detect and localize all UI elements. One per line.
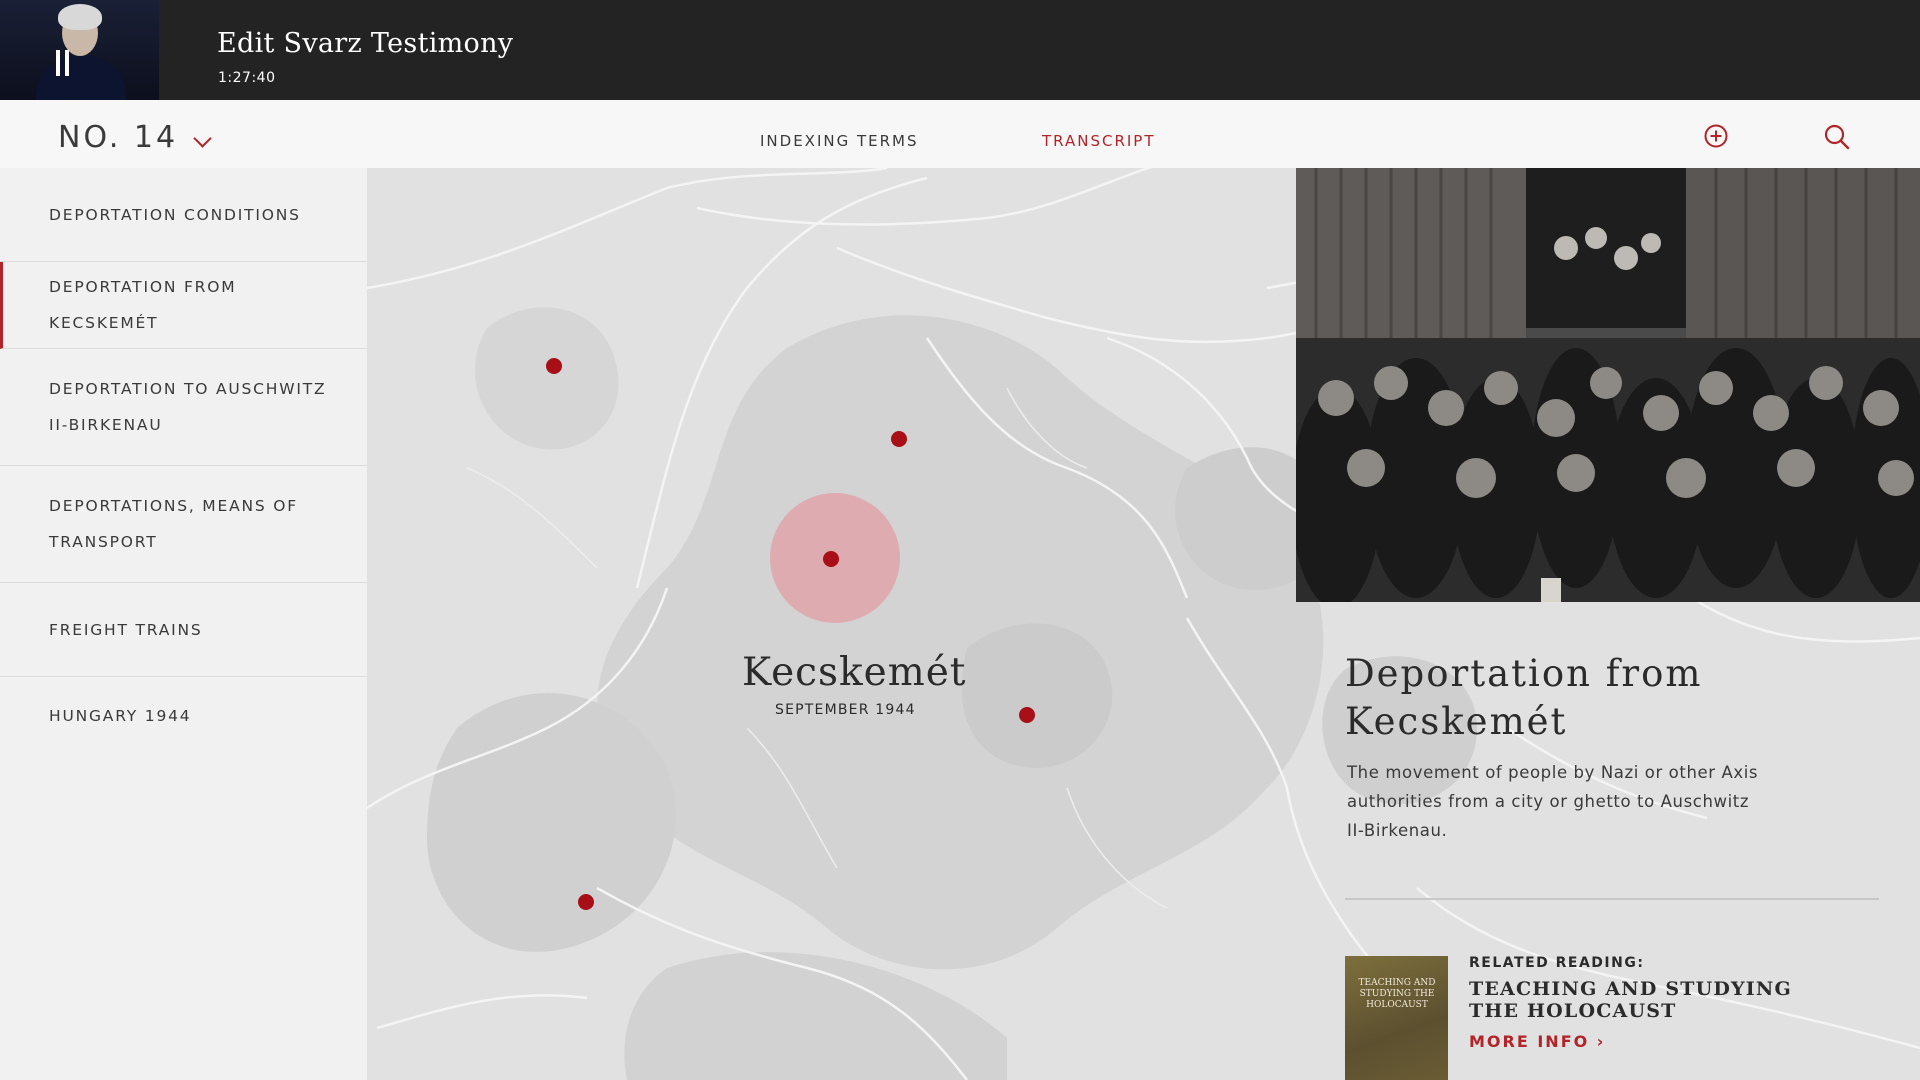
video-header: Edit Svarz Testimony 1:27:40 <box>0 0 1920 100</box>
map-marker[interactable] <box>891 431 907 447</box>
related-reading-title: TEACHING AND STUDYING THE HOLOCAUST <box>1469 978 1792 1022</box>
video-thumbnail[interactable] <box>0 0 159 100</box>
list-item-active[interactable]: DEPORTATION FROM KECSKEMÉT <box>0 262 367 349</box>
navbar: NO. 14 INDEXING TERMS TRANSCRIPT <box>0 100 1920 168</box>
map-marker[interactable] <box>578 894 594 910</box>
location-date: SEPTEMBER 1944 <box>775 702 916 718</box>
video-duration: 1:27:40 <box>218 70 276 86</box>
add-circle-icon[interactable] <box>1704 124 1728 148</box>
book-cover[interactable]: TEACHING AND STUDYING THE HOLOCAUST <box>1345 956 1448 1080</box>
detail-title: Deportation from Kecskemét <box>1345 652 1703 743</box>
episode-selector[interactable]: NO. 14 <box>58 120 178 155</box>
pause-icon[interactable] <box>56 50 70 76</box>
indexing-terms-list: DEPORTATION CONDITIONS DEPORTATION FROM … <box>0 168 368 1080</box>
historical-photo <box>1296 168 1920 602</box>
book-cover-title: TEACHING AND STUDYING THE HOLOCAUST <box>1358 978 1436 1010</box>
tab-indexing-terms[interactable]: INDEXING TERMS <box>760 132 919 150</box>
deportation-crowd-photo <box>1296 168 1920 602</box>
search-icon[interactable] <box>1824 124 1850 150</box>
map-marker[interactable] <box>1019 707 1035 723</box>
divider <box>1345 898 1879 900</box>
map-marker[interactable] <box>546 358 562 374</box>
detail-description: The movement of people by Nazi or other … <box>1347 763 1759 840</box>
testimony-title: Edit Svarz Testimony <box>217 28 514 59</box>
speaker-hair <box>58 4 102 30</box>
list-item[interactable]: FREIGHT TRAINS <box>0 583 367 677</box>
more-info-link[interactable]: MORE INFO › <box>1469 1032 1605 1051</box>
location-name: Kecskemét <box>742 650 967 695</box>
list-item[interactable]: DEPORTATIONS, MEANS OF TRANSPORT <box>0 466 367 583</box>
speaker-body <box>36 56 126 100</box>
tab-transcript[interactable]: TRANSCRIPT <box>1042 132 1156 150</box>
map-marker-selected[interactable] <box>823 551 839 567</box>
related-reading-label: RELATED READING: <box>1469 955 1645 971</box>
list-item[interactable]: DEPORTATION CONDITIONS <box>0 168 367 262</box>
list-item[interactable]: DEPORTATION TO AUSCHWITZ II-BIRKENAU <box>0 349 367 466</box>
list-item[interactable]: HUNGARY 1944 <box>0 677 367 755</box>
